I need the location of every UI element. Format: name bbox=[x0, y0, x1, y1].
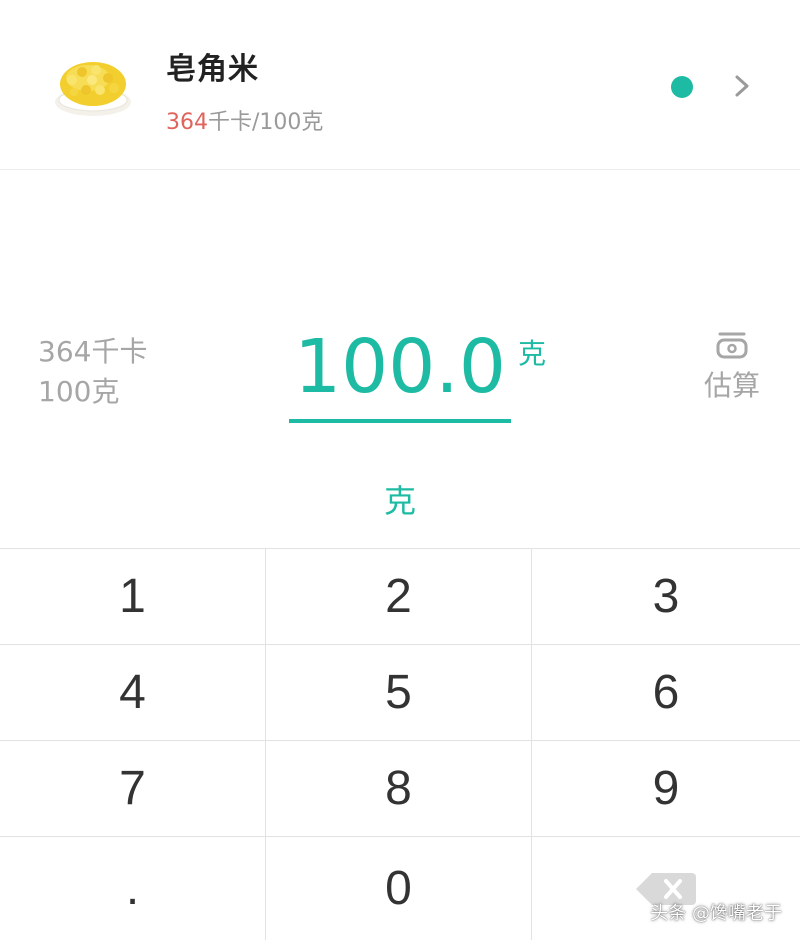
key-0[interactable]: 0 bbox=[266, 837, 532, 940]
key-7[interactable]: 7 bbox=[0, 741, 266, 837]
estimate-button[interactable]: 估算 bbox=[696, 330, 768, 404]
watermark: 头条 @馋嘴老于 bbox=[650, 903, 782, 924]
key-6[interactable]: 6 bbox=[532, 645, 800, 741]
key-3[interactable]: 3 bbox=[532, 549, 800, 645]
key-5[interactable]: 5 bbox=[266, 645, 532, 741]
calorie-value: 364 bbox=[166, 110, 208, 135]
numeric-keypad: 1 2 3 4 5 6 7 8 9 . 0 bbox=[0, 548, 800, 940]
key-2[interactable]: 2 bbox=[266, 549, 532, 645]
key-9[interactable]: 9 bbox=[532, 741, 800, 837]
chevron-right-icon[interactable] bbox=[728, 70, 756, 102]
status-dot bbox=[671, 76, 693, 98]
key-4[interactable]: 4 bbox=[0, 645, 266, 741]
amount-underline bbox=[289, 419, 511, 423]
amount-input[interactable]: 100.0 bbox=[290, 322, 510, 412]
amount-unit-label: 克 bbox=[518, 337, 547, 370]
estimate-label: 估算 bbox=[703, 369, 760, 402]
unit-selector[interactable]: 克 bbox=[360, 476, 440, 522]
key-8[interactable]: 8 bbox=[266, 741, 532, 837]
food-calorie-info: 364千卡/100克 bbox=[166, 104, 323, 136]
food-header[interactable]: 皂角米 364千卡/100克 bbox=[0, 0, 800, 170]
nutrition-summary: 364千卡 100克 bbox=[38, 332, 147, 412]
food-thumbnail bbox=[55, 62, 131, 116]
food-name: 皂角米 bbox=[166, 52, 259, 87]
scale-icon bbox=[716, 332, 748, 359]
key-1[interactable]: 1 bbox=[0, 549, 266, 645]
summary-kcal: 364千卡 bbox=[38, 335, 148, 368]
key-decimal[interactable]: . bbox=[0, 837, 266, 940]
calorie-unit: 千卡/100克 bbox=[208, 110, 324, 135]
summary-weight: 100克 bbox=[38, 375, 120, 408]
